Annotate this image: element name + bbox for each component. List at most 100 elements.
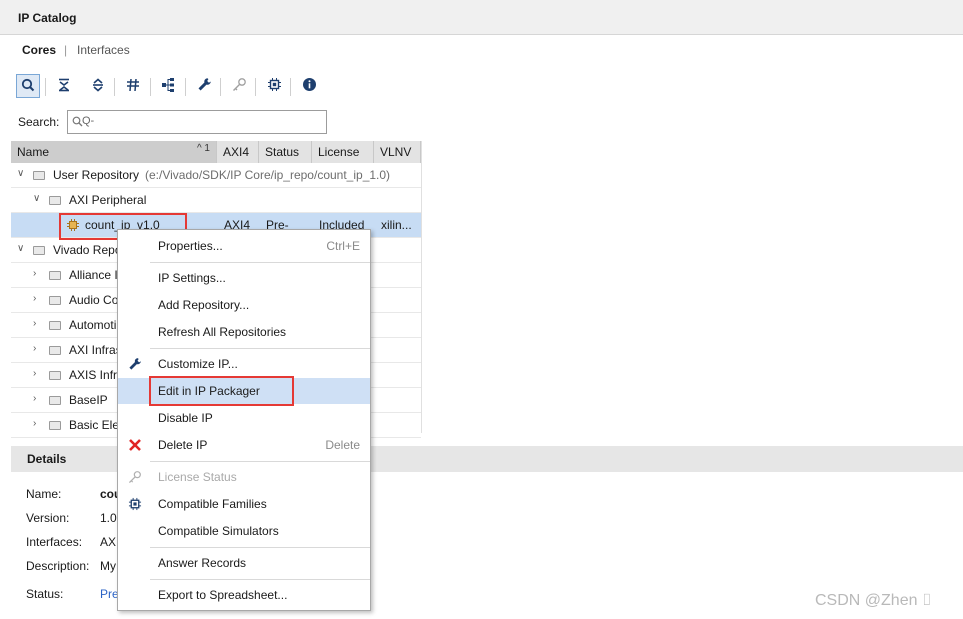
panel-title: IP Catalog <box>18 11 77 25</box>
column-header-axi4[interactable]: AXI4 <box>217 141 259 163</box>
tree-row-label: Audio Co <box>69 293 119 307</box>
folder-icon <box>49 396 61 405</box>
toolbar-separator <box>150 78 151 96</box>
menu-item-customize-ip[interactable]: Customize IP... <box>118 351 370 377</box>
toolbar-separator <box>290 78 291 96</box>
chevron-down-icon[interactable]: ∨ <box>17 244 27 254</box>
folder-icon <box>33 171 45 180</box>
search-icon <box>21 78 35 95</box>
shortcut-label: Ctrl+E <box>326 239 360 253</box>
search-placeholder: Q- <box>82 115 95 127</box>
red-x-icon <box>126 436 144 454</box>
detail-value-status[interactable]: Pre <box>100 587 119 601</box>
tree-row-user-repository[interactable]: ∨ User Repository (e:/Vivado/SDK/IP Core… <box>11 163 421 188</box>
panel-title-bar: IP Catalog <box>0 0 963 35</box>
chevron-right-icon[interactable]: › <box>33 294 43 304</box>
chevron-right-icon[interactable]: › <box>33 269 43 279</box>
chevron-right-icon[interactable]: › <box>33 319 43 329</box>
menu-item-compatible-simulators[interactable]: Compatible Simulators <box>118 518 370 544</box>
license-button[interactable] <box>227 74 251 98</box>
menu-item-answer-records[interactable]: Answer Records <box>118 550 370 576</box>
menu-separator <box>150 579 370 580</box>
menu-separator <box>150 461 370 462</box>
menu-item-license-status[interactable]: License Status <box>118 464 370 490</box>
toolbar-separator <box>114 78 115 96</box>
chevron-down-icon[interactable]: ∨ <box>17 169 27 179</box>
column-header-status[interactable]: Status <box>259 141 312 163</box>
hierarchy-button[interactable] <box>157 74 181 98</box>
tab-cores[interactable]: Cores <box>22 43 56 57</box>
tree-row-label: Basic Ele <box>69 418 120 432</box>
detail-value-description: My <box>100 559 116 573</box>
tree-row-label: AXIS Infra <box>69 368 124 382</box>
sort-indicator: ^ 1 <box>196 143 210 154</box>
customize-button[interactable] <box>192 74 216 98</box>
column-header-name[interactable]: Name ^ 1 <box>11 141 217 163</box>
menu-separator <box>150 547 370 548</box>
menu-item-delete-ip[interactable]: Delete IP Delete <box>118 432 370 458</box>
tree-row-label: AXI Peripheral <box>69 193 147 207</box>
chevron-down-icon[interactable]: ∨ <box>33 194 43 204</box>
chip-icon <box>267 77 282 95</box>
info-button[interactable] <box>297 74 321 98</box>
folder-icon <box>49 296 61 305</box>
folder-icon <box>49 421 61 430</box>
detail-label-version: Version: <box>26 511 70 525</box>
menu-item-refresh-repositories[interactable]: Refresh All Repositories <box>118 319 370 345</box>
filter-button[interactable] <box>121 74 145 98</box>
cell-vlnv: xilin... <box>381 218 412 232</box>
tree-row-axi-peripheral[interactable]: ∨ AXI Peripheral <box>11 188 421 213</box>
menu-item-ip-settings[interactable]: IP Settings... <box>118 265 370 291</box>
chevron-right-icon[interactable]: › <box>33 419 43 429</box>
menu-item-compatible-families[interactable]: Compatible Families <box>118 491 370 517</box>
tab-separator: | <box>64 43 68 57</box>
folder-icon <box>49 346 61 355</box>
toolbar-separator <box>45 78 46 96</box>
wrench-icon <box>126 355 144 373</box>
detail-value-version: 1.0 <box>100 511 117 525</box>
tab-bar: Cores | Interfaces <box>0 35 963 65</box>
repository-path: (e:/Vivado/SDK/IP Core/ip_repo/count_ip_… <box>145 168 391 182</box>
search-toggle-button[interactable] <box>16 74 40 98</box>
detail-label-interfaces: Interfaces: <box>26 535 83 549</box>
detail-label-description: Description: <box>26 559 90 573</box>
column-header-license[interactable]: License <box>312 141 374 163</box>
folder-icon <box>49 321 61 330</box>
chevron-right-icon[interactable]: › <box>33 344 43 354</box>
menu-item-add-repository[interactable]: Add Repository... <box>118 292 370 318</box>
tree-row-label: Automoti <box>69 318 117 332</box>
tree-row-label: BaseIP <box>69 393 108 407</box>
context-menu: Properties... Ctrl+E IP Settings... Add … <box>117 229 371 611</box>
tab-interfaces[interactable]: Interfaces <box>77 43 130 57</box>
hierarchy-icon <box>161 77 177 96</box>
search-row: Search: Q- <box>0 108 963 138</box>
key-icon <box>232 77 247 95</box>
folder-icon <box>49 271 61 280</box>
toolbar-separator <box>220 78 221 96</box>
chevron-right-icon[interactable]: › <box>33 394 43 404</box>
menu-item-export-spreadsheet[interactable]: Export to Spreadsheet... <box>118 582 370 608</box>
chevron-right-icon[interactable]: › <box>33 369 43 379</box>
details-title: Details <box>27 452 67 466</box>
expand-all-button[interactable] <box>86 74 110 98</box>
families-button[interactable] <box>262 74 286 98</box>
tree-row-label: Alliance I <box>69 268 118 282</box>
filter-icon <box>126 78 140 95</box>
expand-all-icon <box>91 77 105 95</box>
key-icon <box>126 468 144 486</box>
column-header-vlnv[interactable]: VLNV <box>374 141 421 163</box>
collapse-all-button[interactable] <box>52 74 76 98</box>
shortcut-label: Delete <box>325 438 360 452</box>
watermark-text: CSDN @Zhen ⌷ <box>815 592 932 609</box>
search-input[interactable]: Q- <box>67 110 327 134</box>
collapse-all-icon <box>57 78 71 95</box>
menu-item-properties[interactable]: Properties... Ctrl+E <box>118 233 370 259</box>
tree-row-label: Vivado Repo <box>53 243 122 257</box>
highlight-box-menu <box>149 376 294 406</box>
menu-separator <box>150 262 370 263</box>
info-icon <box>302 77 317 95</box>
wrench-icon <box>197 77 212 95</box>
menu-item-disable-ip[interactable]: Disable IP <box>118 405 370 431</box>
folder-icon <box>33 246 45 255</box>
toolbar-separator <box>185 78 186 96</box>
